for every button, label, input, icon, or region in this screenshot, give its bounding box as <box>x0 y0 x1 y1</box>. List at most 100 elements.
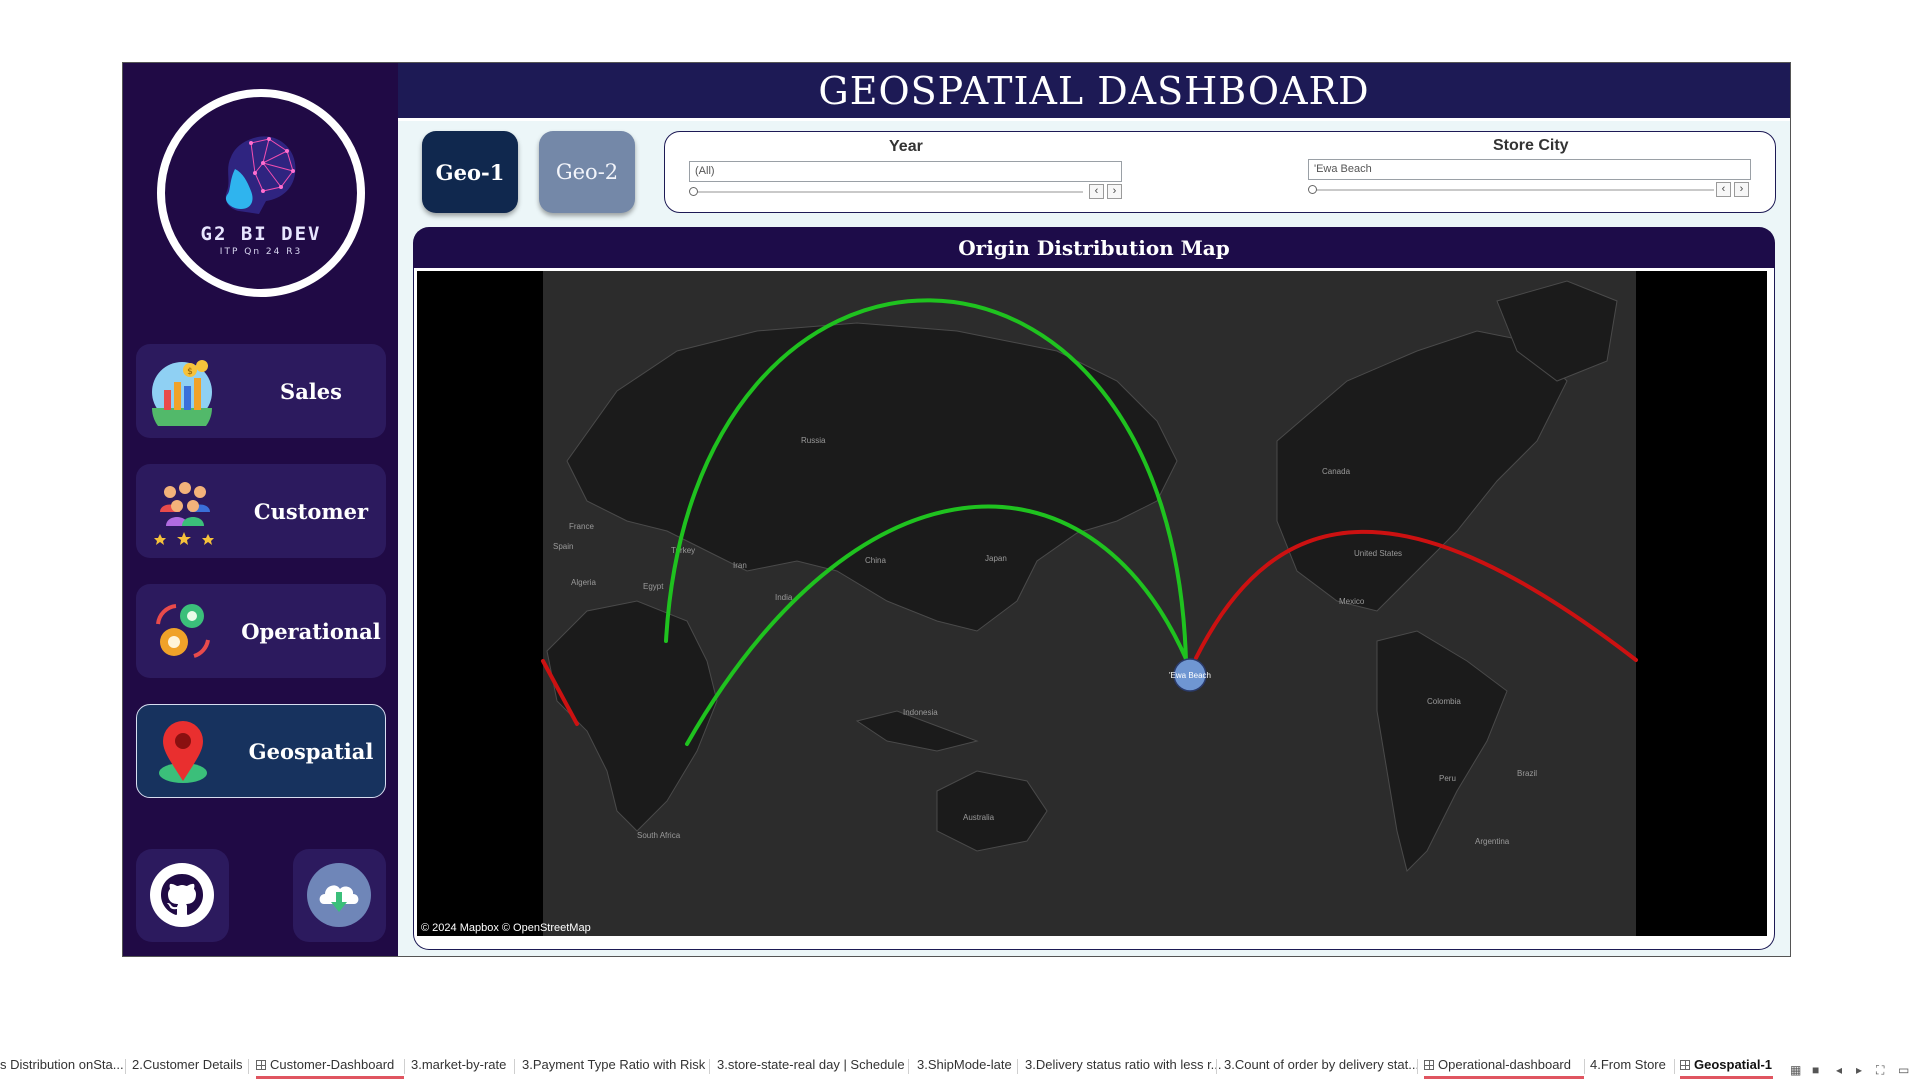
sheet-tab[interactable]: 3.market-by-rate <box>411 1057 506 1079</box>
cloud-download-button[interactable] <box>293 849 386 942</box>
store-city-slider-handle[interactable] <box>1308 185 1317 194</box>
place-label-india: India <box>775 593 793 602</box>
place-label-china: China <box>865 556 886 565</box>
place-label-spain: Spain <box>553 542 573 551</box>
place-label-brazil: Brazil <box>1517 769 1537 778</box>
sheet-tab-label: s Distribution onSta... <box>0 1057 124 1072</box>
map-panel: Russia Canada United States Mexico Franc… <box>413 268 1775 950</box>
dashboard-header: GEOSPATIAL DASHBOARD <box>398 63 1790 121</box>
sheet-tab-operational-dashboard[interactable]: Operational-dashboard <box>1424 1057 1584 1079</box>
store-marker-label: 'Ewa Beach <box>1169 671 1211 680</box>
nav-customer-button[interactable]: Customer <box>136 464 386 558</box>
dashboard-grid-icon <box>1680 1060 1690 1070</box>
tab-separator <box>709 1059 710 1074</box>
sheet-tab-label: Operational-dashboard <box>1438 1057 1571 1072</box>
nav-operational-button[interactable]: Operational <box>136 584 386 678</box>
github-button[interactable] <box>136 849 229 942</box>
place-label-argentina: Argentina <box>1475 837 1510 846</box>
store-city-slider-track[interactable] <box>1312 189 1714 191</box>
year-slider-handle[interactable] <box>689 187 698 196</box>
sheet-tab-label: 3.ShipMode-late <box>917 1057 1012 1072</box>
map-pin-icon <box>159 721 207 783</box>
grid-view-icon[interactable]: ▦ <box>1790 1063 1801 1077</box>
tab-separator <box>1417 1059 1418 1074</box>
year-filter-label: Year <box>889 138 923 155</box>
geo-2-button[interactable]: Geo-2 <box>539 131 635 213</box>
place-label-france: France <box>569 522 594 531</box>
place-label-algeria: Algeria <box>571 578 596 587</box>
main-area: GEOSPATIAL DASHBOARD Geo-1 Geo-2 Year (A… <box>398 63 1790 956</box>
sheet-tab-label: 3.Payment Type Ratio with Risk <box>522 1057 706 1072</box>
filter-panel: Year (All) ‹ › Store City 'Ewa Beach ‹ › <box>664 131 1776 213</box>
github-icon <box>150 863 214 927</box>
tab-separator <box>908 1059 909 1074</box>
sheet-tab[interactable]: 3.Count of order by delivery stat... <box>1224 1057 1419 1079</box>
nav-sales-label: Sales <box>280 378 342 404</box>
geo-1-button[interactable]: Geo-1 <box>422 131 518 213</box>
sheet-tab[interactable]: s Distribution onSta... <box>0 1057 124 1079</box>
sheet-tab-customer-dashboard[interactable]: Customer-Dashboard <box>256 1057 404 1079</box>
page-title: GEOSPATIAL DASHBOARD <box>818 68 1370 113</box>
sidebar: G2 BI DEV ITP Qn 24 R3 $ Sales Customer … <box>123 63 398 956</box>
sheet-tab[interactable]: 4.From Store <box>1590 1057 1666 1079</box>
presentation-icon[interactable]: ▭ <box>1898 1063 1909 1077</box>
sheet-tab-bar: s Distribution onSta... 2.Customer Detai… <box>0 1050 1920 1080</box>
map-title: Origin Distribution Map <box>958 235 1230 260</box>
place-label-australia: Australia <box>963 813 995 822</box>
operational-gears-icon <box>156 604 210 658</box>
tab-separator <box>514 1059 515 1074</box>
year-filter-input[interactable]: (All) <box>689 161 1122 182</box>
sheet-tab-label: Customer-Dashboard <box>270 1057 395 1072</box>
place-label-united-states: United States <box>1354 549 1402 558</box>
place-label-colombia: Colombia <box>1427 697 1461 706</box>
nav-geospatial-label: Geospatial <box>248 738 374 764</box>
year-prev-arrow[interactable]: ‹ <box>1089 184 1104 199</box>
sheet-tab[interactable]: 2.Customer Details <box>132 1057 243 1079</box>
filmstrip-view-icon[interactable]: ■ <box>1812 1063 1819 1077</box>
world-map-svg: Russia Canada United States Mexico Franc… <box>541 271 1638 936</box>
sheet-tab-label: 3.Count of order by delivery stat... <box>1224 1057 1420 1072</box>
tab-separator <box>404 1059 405 1074</box>
sheet-tab-label: 2.Customer Details <box>132 1057 243 1072</box>
sheet-tab-label: Geospatial-1 <box>1694 1057 1773 1072</box>
sheet-tab[interactable]: 3.Payment Type Ratio with Risk <box>522 1057 705 1079</box>
customer-group-icon <box>154 482 214 545</box>
sheet-tab-geospatial-1[interactable]: Geospatial-1 <box>1680 1057 1773 1079</box>
map-title-bar: Origin Distribution Map <box>413 227 1775 268</box>
nav-geospatial-button[interactable]: Geospatial <box>136 704 386 798</box>
dashboard-grid-icon <box>1424 1060 1434 1070</box>
store-city-next-arrow[interactable]: › <box>1734 182 1749 197</box>
sheet-tab-label: 4.From Store <box>1590 1057 1666 1072</box>
sheet-tab[interactable]: 3.store-state-real day | Schedule <box>717 1057 905 1079</box>
place-label-indonesia: Indonesia <box>903 708 938 717</box>
tab-separator <box>248 1059 249 1074</box>
dashboard-grid-icon <box>256 1060 266 1070</box>
tab-separator <box>1584 1059 1585 1074</box>
fullscreen-icon[interactable]: ⛶ <box>1876 1063 1884 1078</box>
year-next-arrow[interactable]: › <box>1107 184 1122 199</box>
origin-distribution-map[interactable]: Russia Canada United States Mexico Franc… <box>417 271 1767 936</box>
prev-sheet-icon[interactable]: ◂ <box>1836 1063 1842 1077</box>
nav-customer-label: Customer <box>253 498 369 524</box>
logo-subtitle: ITP Qn 24 R3 <box>219 247 303 257</box>
place-label-canada: Canada <box>1322 467 1351 476</box>
place-label-turkey: Turkey <box>671 546 695 555</box>
place-label-iran: Iran <box>733 561 747 570</box>
store-city-filter-label: Store City <box>1493 137 1569 154</box>
map-credit: © 2024 Mapbox © OpenStreetMap <box>421 922 591 934</box>
place-label-south-africa: South Africa <box>637 831 681 840</box>
nav-sales-button[interactable]: $ Sales <box>136 344 386 438</box>
sheet-tab-label: 3.store-state-real day | Schedule <box>717 1057 905 1072</box>
place-label-egypt: Egypt <box>643 582 664 591</box>
sheet-tab[interactable]: 3.Delivery status ratio with less r... <box>1025 1057 1222 1079</box>
store-city-filter-input[interactable]: 'Ewa Beach <box>1308 159 1751 180</box>
cloud-download-icon <box>307 863 371 927</box>
sheet-tab-label: 3.market-by-rate <box>411 1057 507 1072</box>
tab-separator <box>125 1059 126 1074</box>
store-city-prev-arrow[interactable]: ‹ <box>1716 182 1731 197</box>
place-label-mexico: Mexico <box>1339 597 1365 606</box>
next-sheet-icon[interactable]: ▸ <box>1856 1063 1862 1077</box>
sheet-tab[interactable]: 3.ShipMode-late <box>917 1057 1012 1079</box>
tab-separator <box>1674 1059 1675 1074</box>
year-slider-track[interactable] <box>693 191 1083 193</box>
